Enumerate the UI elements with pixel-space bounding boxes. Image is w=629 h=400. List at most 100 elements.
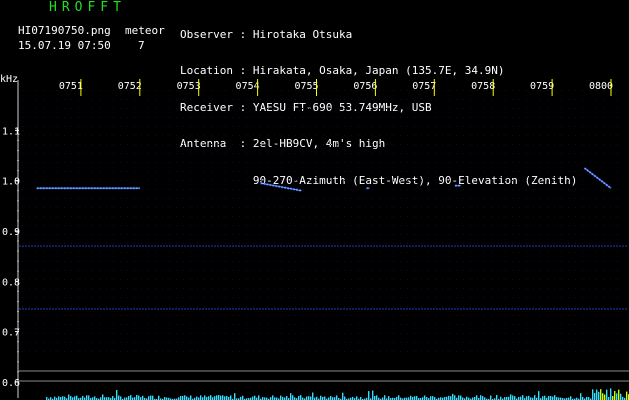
- histogram-bar: [218, 395, 220, 400]
- histogram-bar: [94, 396, 96, 400]
- histogram-bar: [234, 393, 236, 400]
- histogram-bar: [620, 393, 622, 400]
- histogram-bar: [280, 395, 282, 400]
- histogram-bar: [602, 393, 604, 400]
- histogram-bar: [180, 395, 182, 400]
- histogram-bar: [208, 396, 210, 400]
- histogram-bar: [200, 395, 202, 400]
- histogram-bar: [254, 395, 256, 400]
- histogram-bar: [376, 395, 378, 400]
- histogram-bar: [138, 395, 140, 400]
- histogram-bar: [58, 396, 60, 400]
- histogram-bar: [252, 396, 254, 400]
- histogram-bar: [610, 388, 612, 400]
- histogram-bar: [496, 395, 498, 400]
- histogram-bar: [158, 395, 160, 400]
- histogram-bar: [230, 395, 232, 400]
- histogram-bar: [388, 396, 390, 400]
- histogram-bar: [310, 396, 312, 400]
- freq-tick-label: 0.9: [2, 227, 20, 238]
- time-label: 0800: [589, 81, 613, 92]
- histogram-bar: [452, 393, 454, 400]
- histogram-bar: [222, 395, 224, 400]
- histogram-bar: [430, 396, 432, 400]
- histogram-bar: [324, 396, 326, 400]
- time-label: 0751: [59, 81, 83, 92]
- histogram-bar: [552, 396, 554, 400]
- histogram-bar: [182, 396, 184, 400]
- histogram-bar: [130, 395, 132, 400]
- histogram-bar: [512, 395, 514, 400]
- histogram-bar: [432, 396, 434, 400]
- histogram-bar: [614, 391, 616, 400]
- histogram-bar: [82, 395, 84, 400]
- histogram-bar: [424, 395, 426, 400]
- time-label: 0754: [236, 81, 260, 92]
- histogram-bar: [226, 395, 228, 400]
- histogram-bar: [384, 395, 386, 400]
- histogram-bar: [330, 395, 332, 400]
- histogram-bar: [460, 395, 462, 400]
- histogram-bar: [554, 395, 556, 400]
- histogram-bar: [116, 390, 118, 400]
- histogram-bar: [290, 393, 292, 400]
- histogram-bar: [128, 396, 130, 400]
- histogram-bar: [490, 395, 492, 400]
- freq-tick-label: 0.8: [2, 277, 20, 288]
- histogram-bar: [120, 396, 122, 400]
- histogram-bar: [214, 396, 216, 400]
- histogram-bar: [196, 396, 198, 400]
- freq-tick-label: 1.1: [2, 126, 20, 137]
- histogram-bar: [70, 396, 72, 400]
- freq-tick-label: 0.6: [2, 378, 20, 389]
- histogram-bar: [596, 389, 598, 400]
- histogram-bar: [616, 393, 618, 400]
- histogram-bar: [118, 395, 120, 400]
- histogram-bar: [112, 396, 114, 400]
- histogram-bar: [570, 396, 572, 400]
- histogram-bar: [54, 396, 56, 400]
- histogram-bar: [74, 396, 76, 400]
- histogram-bar: [190, 395, 192, 400]
- histogram-bar: [416, 396, 418, 400]
- histogram-bar: [594, 392, 596, 400]
- histogram-bar: [448, 395, 450, 400]
- histogram-bar: [476, 395, 478, 400]
- histogram-bar: [612, 395, 614, 400]
- histogram-bar: [372, 390, 374, 400]
- hrofft-screen: HROFFT HI07190750.png 15.07.19 07:50 met…: [0, 0, 629, 400]
- histogram-bar: [604, 394, 606, 400]
- histogram-bar: [102, 394, 104, 400]
- histogram-bar: [242, 395, 244, 400]
- histogram-bar: [368, 391, 370, 400]
- time-label: 0752: [118, 81, 142, 92]
- histogram-bar: [76, 395, 78, 400]
- histogram-bar: [626, 391, 628, 400]
- histogram-bar: [548, 395, 550, 400]
- histogram-bar: [544, 395, 546, 400]
- time-label: 0755: [294, 81, 318, 92]
- time-label: 0757: [412, 81, 436, 92]
- spectrogram-chart: 1.1 1.0 0.9 0.8 0.7 0.6 0751 0752 0753 0754 0755 07…: [2, 79, 629, 400]
- histogram-bar: [600, 389, 602, 400]
- freq-tick-label: 0.7: [2, 328, 20, 339]
- meteor-echo-core: [584, 167, 612, 189]
- histogram-bar: [598, 391, 600, 400]
- histogram-bar: [86, 395, 88, 400]
- histogram-bar: [450, 396, 452, 400]
- histogram-bar: [454, 395, 456, 400]
- time-label: 0753: [177, 81, 201, 92]
- histogram-bar: [224, 396, 226, 400]
- histogram-bar: [286, 396, 288, 400]
- histogram-bar: [398, 395, 400, 400]
- histogram-bar: [68, 394, 70, 400]
- histogram-bar: [606, 389, 608, 400]
- histogram-bar: [148, 396, 150, 400]
- histogram-bar: [480, 395, 482, 400]
- histogram-bar: [336, 395, 338, 400]
- histogram-bar: [216, 395, 218, 400]
- histogram-bar: [592, 389, 594, 400]
- histogram-bar: [308, 396, 310, 400]
- histogram-bar: [300, 395, 302, 400]
- histogram-bar: [88, 395, 90, 400]
